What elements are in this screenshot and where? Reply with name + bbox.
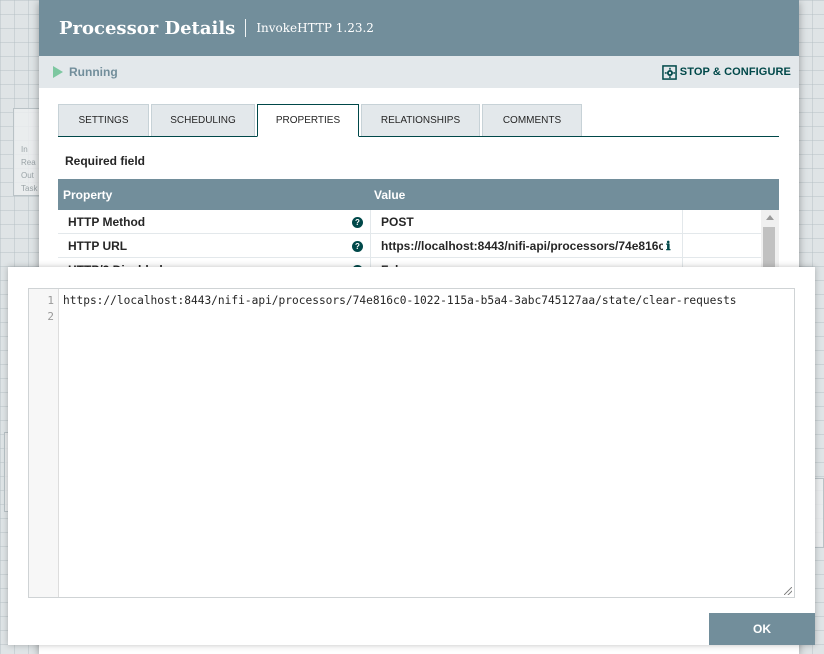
run-status: Running bbox=[69, 65, 118, 79]
column-divider bbox=[682, 234, 683, 258]
line-number: 1 bbox=[47, 294, 54, 307]
stop-configure-label: STOP & CONFIGURE bbox=[679, 66, 791, 78]
table-header: Property Value bbox=[58, 179, 779, 210]
line-number-gutter: 1 2 bbox=[29, 289, 59, 597]
gear-icon bbox=[661, 64, 677, 80]
help-icon[interactable]: ? bbox=[352, 241, 363, 252]
table-row[interactable]: HTTP Method ? POST bbox=[58, 210, 779, 234]
line-number: 2 bbox=[47, 310, 54, 323]
property-value[interactable]: POST bbox=[381, 215, 663, 229]
code-line[interactable]: https://localhost:8443/nifi-api/processo… bbox=[63, 294, 737, 307]
column-divider bbox=[370, 210, 371, 234]
canvas-stat-label: In bbox=[21, 145, 28, 154]
code-editor[interactable]: 1 2 https://localhost:8443/nifi-api/proc… bbox=[28, 288, 795, 598]
ok-button[interactable]: OK bbox=[709, 613, 815, 645]
tab-relationships[interactable]: RELATIONSHIPS bbox=[361, 104, 480, 136]
property-value-editor: 1 2 https://localhost:8443/nifi-api/proc… bbox=[8, 267, 815, 645]
running-play-icon bbox=[53, 66, 63, 78]
column-header-value[interactable]: Value bbox=[374, 188, 405, 202]
processor-type-subtitle: InvokeHTTP 1.23.2 bbox=[256, 21, 374, 35]
column-divider bbox=[682, 210, 683, 234]
status-bar: Running STOP & CONFIGURE bbox=[39, 56, 799, 88]
property-value[interactable]: https://localhost:8443/nifi-api/processo… bbox=[381, 239, 663, 253]
required-field-label: Required field bbox=[65, 154, 146, 168]
stop-configure-button[interactable]: STOP & CONFIGURE bbox=[661, 64, 791, 80]
dialog-title: Processor Details bbox=[59, 17, 236, 39]
canvas-stat-label: Out bbox=[21, 171, 34, 180]
tab-bar: SETTINGS SCHEDULING PROPERTIES RELATIONS… bbox=[58, 104, 779, 137]
resize-handle-icon[interactable] bbox=[784, 587, 792, 595]
dialog-header: Processor Details InvokeHTTP 1.23.2 bbox=[39, 0, 799, 56]
canvas-stat-label: Rea bbox=[21, 158, 36, 167]
property-name: HTTP Method bbox=[68, 215, 146, 229]
table-row[interactable]: HTTP URL ? https://localhost:8443/nifi-a… bbox=[58, 234, 779, 258]
column-header-property[interactable]: Property bbox=[63, 188, 112, 202]
scroll-up-arrow-icon[interactable] bbox=[766, 215, 774, 220]
help-icon[interactable]: ? bbox=[352, 217, 363, 228]
property-name: HTTP URL bbox=[68, 239, 128, 253]
tab-settings[interactable]: SETTINGS bbox=[58, 104, 149, 136]
tab-comments[interactable]: COMMENTS bbox=[482, 104, 582, 136]
table-scrollbar[interactable] bbox=[761, 210, 779, 277]
tab-properties[interactable]: PROPERTIES bbox=[257, 104, 359, 137]
header-separator bbox=[245, 19, 247, 37]
column-divider bbox=[370, 234, 371, 258]
canvas-stat-label: Task bbox=[21, 184, 38, 193]
tab-scheduling[interactable]: SCHEDULING bbox=[151, 104, 255, 136]
info-icon[interactable]: ℹ bbox=[666, 239, 671, 253]
